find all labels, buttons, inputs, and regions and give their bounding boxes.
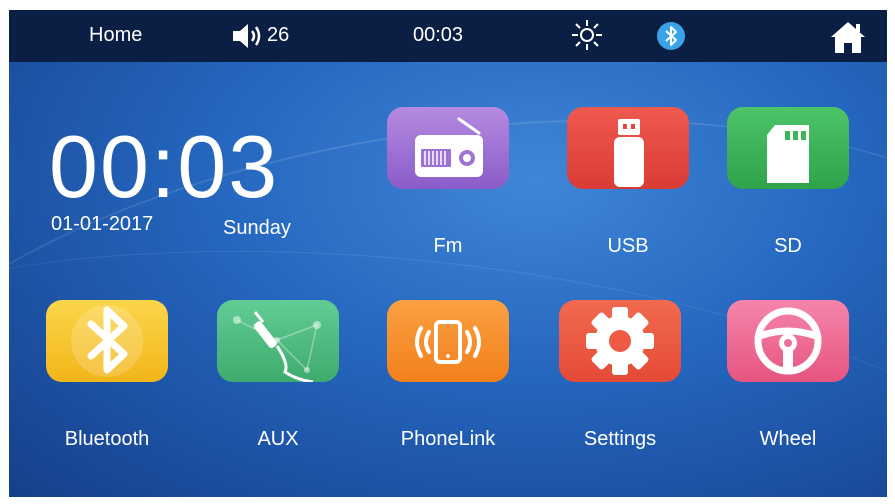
clock-display: 00:03	[49, 117, 280, 216]
radio-icon	[415, 117, 483, 177]
day-display: Sunday	[223, 217, 291, 239]
app-phonelink[interactable]: PhoneLink	[386, 300, 510, 450]
bluetooth-status-icon	[657, 22, 685, 50]
steering-wheel-icon	[754, 307, 822, 375]
bluetooth-icon	[71, 305, 143, 377]
head-unit-screen: Home 26 00:03 00:03 01-01-2017 Sunday Fm…	[9, 10, 887, 497]
app-fm[interactable]: Fm	[386, 107, 510, 257]
app-fm-label: Fm	[433, 235, 463, 257]
app-usb-tile[interactable]	[567, 107, 689, 189]
app-phonelink-tile[interactable]	[387, 300, 509, 382]
app-sd-label: SD	[774, 235, 802, 257]
app-settings[interactable]: Settings	[558, 300, 682, 450]
app-settings-label: Settings	[583, 428, 657, 450]
app-sd-tile[interactable]	[727, 107, 849, 189]
phone-vibrate-icon	[415, 320, 481, 364]
house-icon[interactable]	[829, 20, 867, 54]
app-wheel-label: Wheel	[759, 428, 817, 450]
app-aux[interactable]: AUX	[216, 300, 340, 450]
app-sd[interactable]: SD	[726, 107, 850, 257]
app-usb[interactable]: USB	[566, 107, 690, 257]
date-display: 01-01-2017	[51, 213, 154, 235]
usb-drive-icon	[614, 119, 644, 187]
app-settings-tile[interactable]	[559, 300, 681, 382]
aux-cable-icon	[233, 311, 321, 382]
app-wheel-tile[interactable]	[727, 300, 849, 382]
sun-icon[interactable]	[571, 19, 603, 51]
app-aux-tile[interactable]	[217, 300, 339, 382]
app-fm-tile[interactable]	[387, 107, 509, 189]
app-bluetooth-label: Bluetooth	[64, 428, 150, 450]
app-bluetooth[interactable]: Bluetooth	[45, 300, 169, 450]
app-wheel[interactable]: Wheel	[726, 300, 850, 450]
app-bluetooth-tile[interactable]	[46, 300, 168, 382]
app-phonelink-label: PhoneLink	[400, 428, 496, 450]
home-label[interactable]: Home	[89, 24, 142, 47]
status-time: 00:03	[413, 24, 464, 46]
status-bar: Home 26 00:03	[9, 10, 887, 62]
volume-icon[interactable]	[231, 23, 265, 49]
volume-level: 26	[267, 24, 290, 46]
app-usb-label: USB	[607, 235, 649, 257]
sd-card-icon	[767, 125, 809, 183]
gear-icon	[586, 307, 654, 375]
app-aux-label: AUX	[257, 428, 299, 450]
